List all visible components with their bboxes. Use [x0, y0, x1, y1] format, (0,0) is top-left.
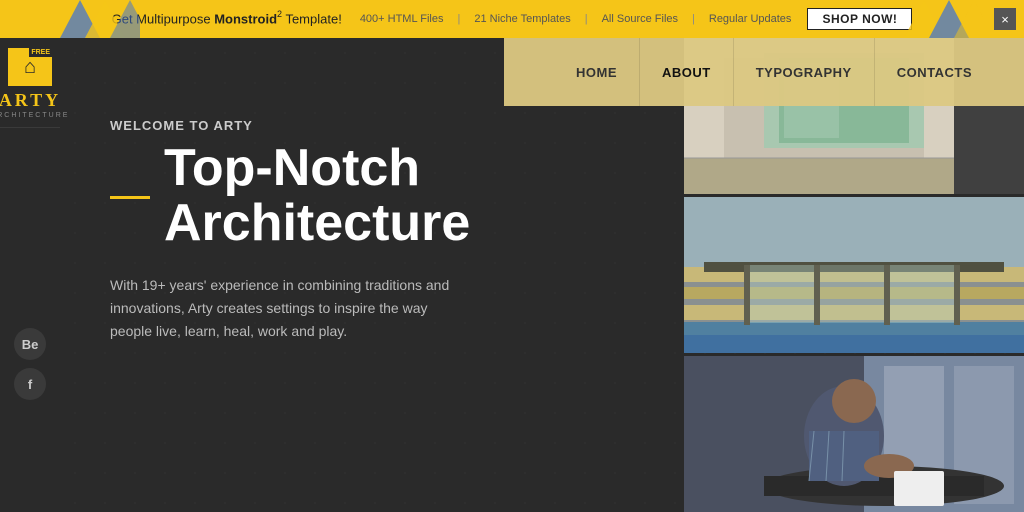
nav-links: HOME ABOUT TYPOGRAPHY CONTACTS [554, 38, 994, 106]
stat4: Regular Updates [709, 13, 792, 25]
banner-stats: 400+ HTML Files | 21 Niche Templates | A… [360, 13, 792, 25]
hero-title-line2: Architecture [164, 196, 470, 251]
stat3: All Source Files [602, 13, 678, 25]
banner-close-button[interactable]: × [994, 8, 1016, 30]
logo-house-icon: ⌂ [24, 56, 36, 79]
welcome-text: WELCOME TO ARTY [110, 118, 550, 133]
hero-title-line1: Top-Notch [164, 141, 470, 196]
free-badge: FREE [29, 48, 52, 57]
content-area: HOME ABOUT TYPOGRAPHY CONTACTS WELCOME T… [60, 38, 1024, 512]
banner-promo-text: Get Multipurpose Monstroid2 Template! [112, 9, 342, 28]
facebook-label: f [28, 377, 32, 392]
hero-title: Top-Notch Architecture [164, 141, 470, 250]
hero-title-line: Top-Notch Architecture [110, 145, 550, 250]
nav-item-typography[interactable]: TYPOGRAPHY [733, 38, 874, 106]
hero-description: With 19+ years' experience in combining … [110, 274, 450, 343]
top-banner: Get Multipurpose Monstroid2 Template! 40… [0, 0, 1024, 38]
stat2: 21 Niche Templates [474, 13, 570, 25]
behance-button[interactable]: Be [14, 328, 46, 360]
image-exterior [684, 197, 1024, 353]
nav-item-home[interactable]: HOME [554, 38, 639, 106]
stat1: 400+ HTML Files [360, 13, 444, 25]
banner-deco-right [904, 0, 984, 38]
exterior-svg [684, 197, 1024, 353]
banner-deco-left [60, 0, 140, 38]
logo-area: ⌂ FREE ARTY ARCHITECTURE [0, 38, 60, 128]
logo-name: ARTY [0, 90, 61, 111]
sidebar: ⌂ FREE ARTY ARCHITECTURE Be f [0, 38, 60, 512]
main-wrapper: ⌂ FREE ARTY ARCHITECTURE Be f HOME [0, 38, 1024, 512]
sidebar-social: Be f [14, 328, 46, 400]
nav-item-about[interactable]: ABOUT [639, 38, 733, 106]
nav-item-contacts[interactable]: CONTACTS [874, 38, 994, 106]
hero-content: WELCOME TO ARTY Top-Notch Architecture W… [110, 118, 550, 343]
navigation: HOME ABOUT TYPOGRAPHY CONTACTS [504, 38, 1024, 106]
gold-divider [110, 196, 150, 199]
behance-label: Be [22, 337, 39, 352]
logo-box: ⌂ FREE [8, 48, 52, 86]
image-person [684, 356, 1024, 512]
person-svg [684, 356, 1024, 512]
logo-subtext: ARCHITECTURE [0, 112, 69, 119]
facebook-button[interactable]: f [14, 368, 46, 400]
image-grid [684, 38, 1024, 512]
shop-now-button[interactable]: SHOP NOW! [807, 8, 912, 30]
